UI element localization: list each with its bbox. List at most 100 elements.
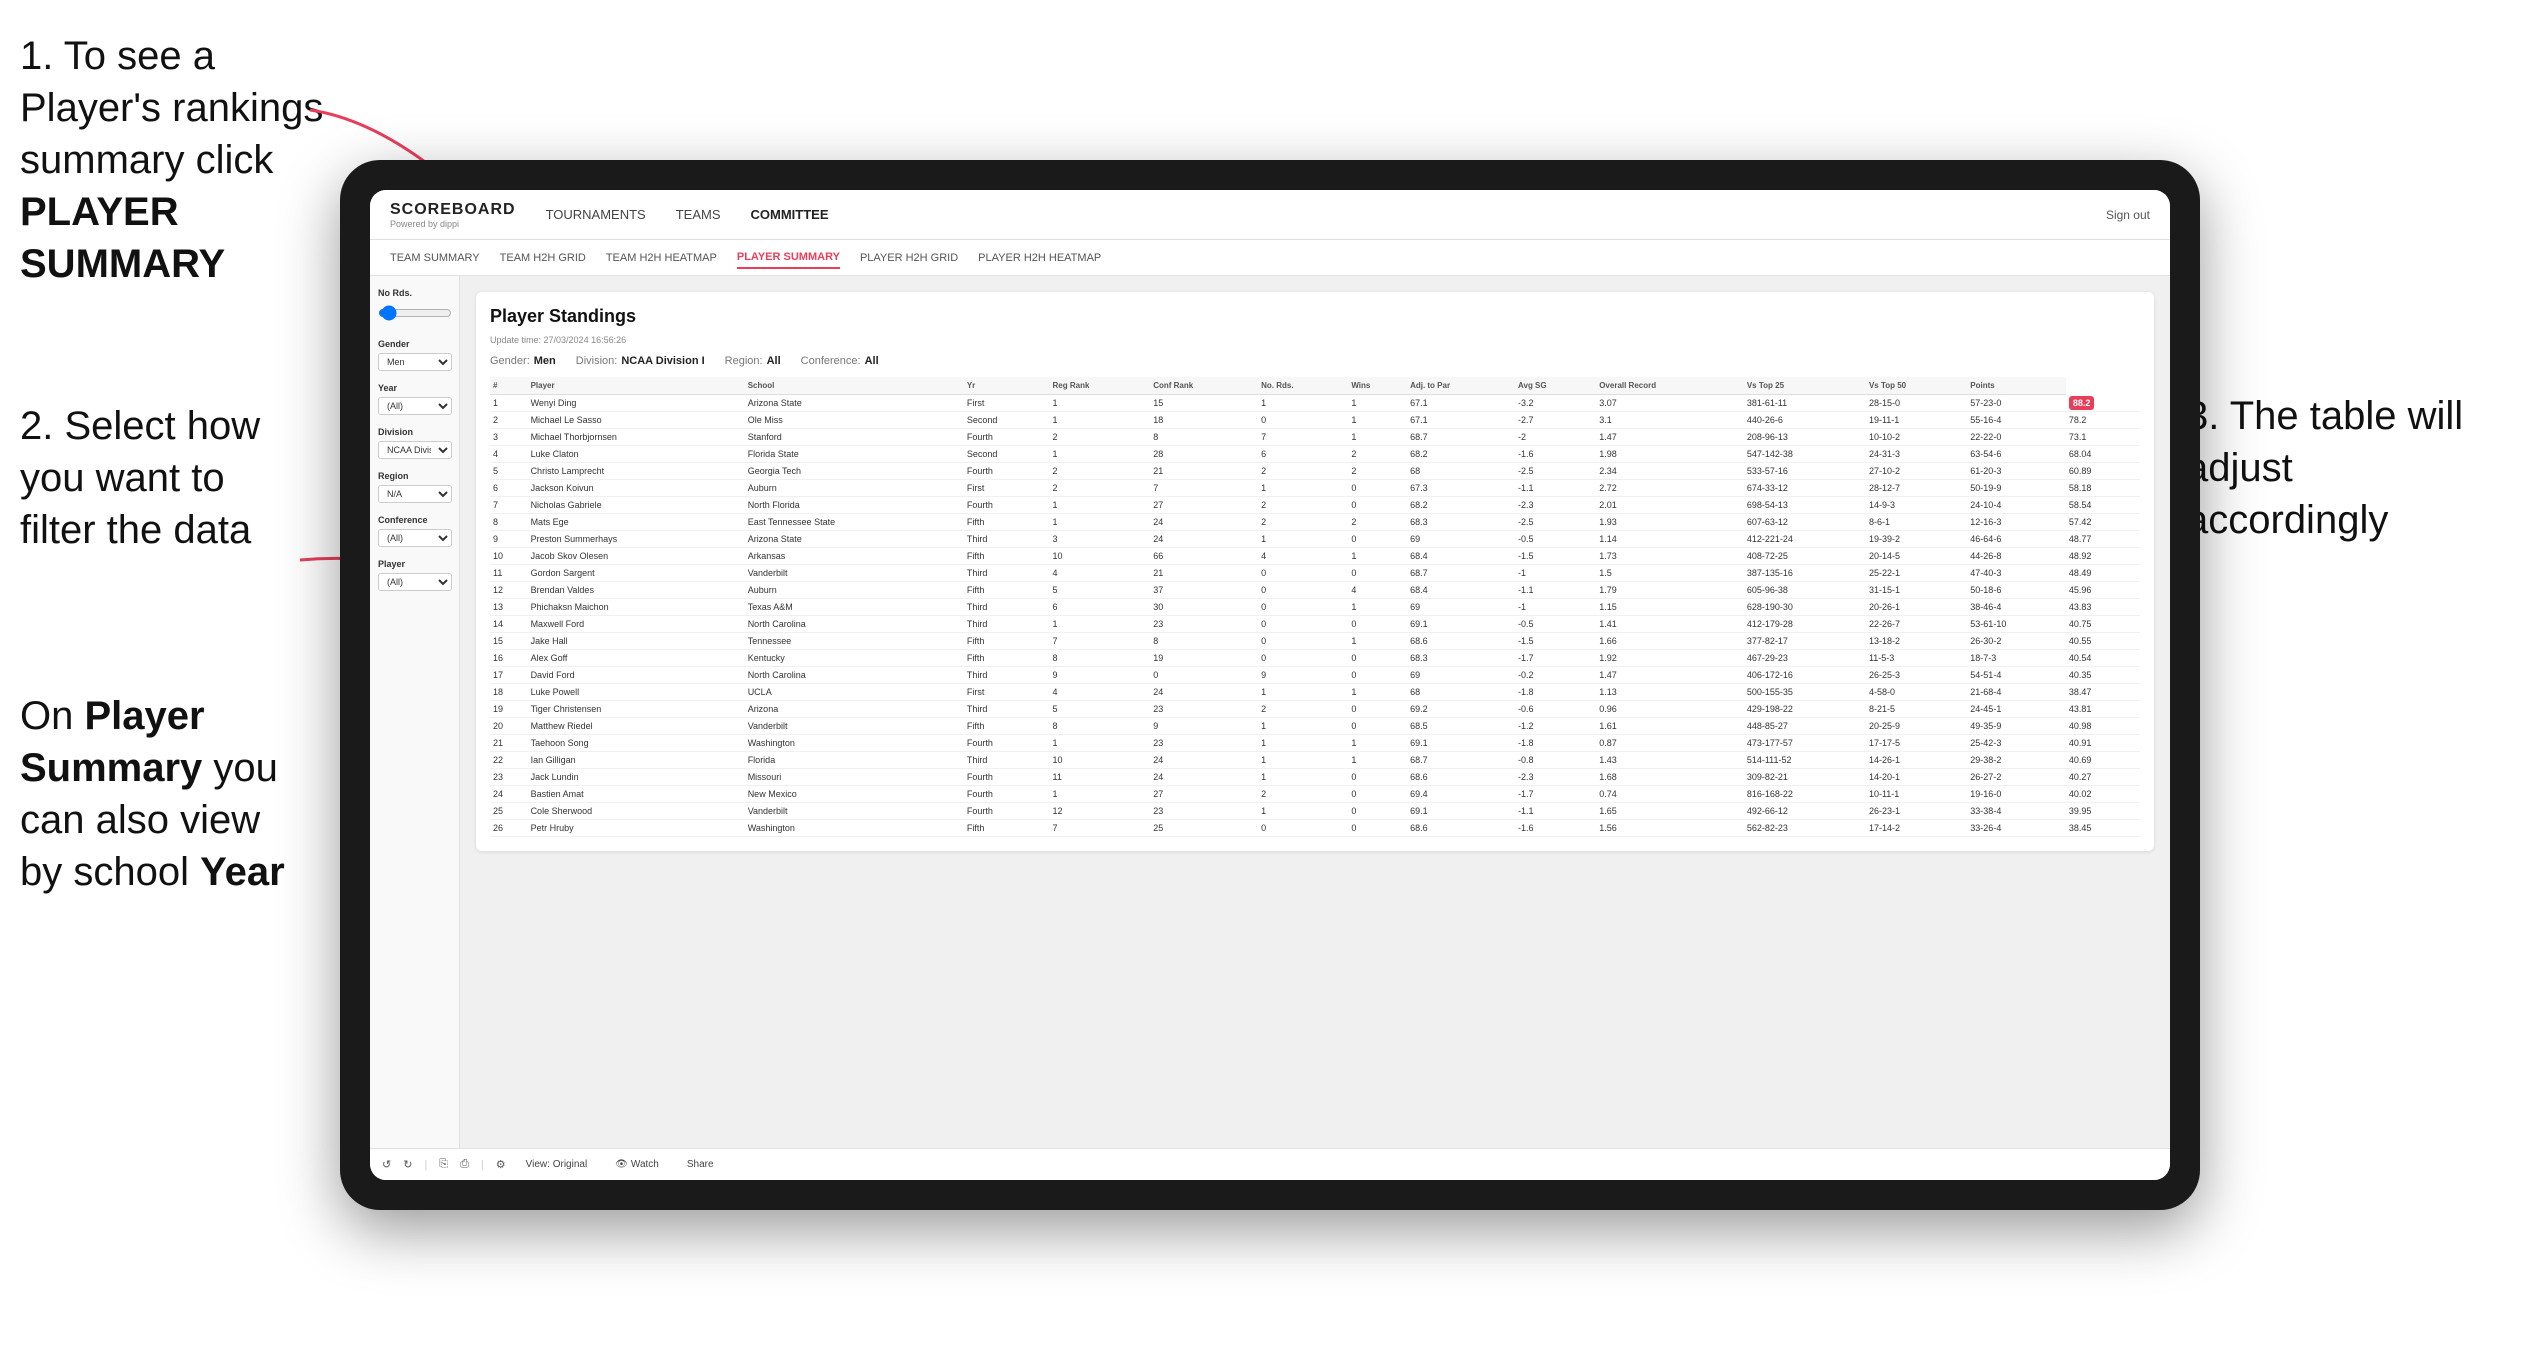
cell-vs25: 28-15-0 (1866, 395, 1967, 412)
subnav-player-summary[interactable]: PLAYER SUMMARY (737, 247, 840, 269)
cell-reg-rank: 7 (1050, 633, 1151, 650)
toolbar-share[interactable]: Share (679, 1156, 722, 1173)
table-row[interactable]: 12 Brendan Valdes Auburn Fifth 5 37 0 4 … (490, 582, 2140, 599)
cell-sg: 0.74 (1596, 786, 1744, 803)
filter-division-display: Division: NCAA Division I (576, 355, 705, 367)
nav-committee[interactable]: COMMITTEE (751, 203, 829, 226)
cell-vs50: 47-40-3 (1967, 565, 2066, 582)
cell-sg: 1.41 (1596, 616, 1744, 633)
region-select[interactable]: N/A (378, 485, 452, 503)
cell-avg-sg: -1.7 (1515, 786, 1596, 803)
cell-school: East Tennessee State (745, 514, 964, 531)
cell-yr: Third (964, 752, 1050, 769)
toolbar-copy[interactable]: ⎘ (439, 1158, 448, 1171)
conference-select[interactable]: (All) (378, 529, 452, 547)
cell-player: Wenyi Ding (528, 395, 745, 412)
cell-player: David Ford (528, 667, 745, 684)
cell-player: Nicholas Gabriele (528, 497, 745, 514)
toolbar-undo[interactable]: ↺ (382, 1158, 391, 1171)
table-row[interactable]: 5 Christo Lamprecht Georgia Tech Fourth … (490, 463, 2140, 480)
year-select[interactable]: (All) (378, 397, 452, 415)
player-select[interactable]: (All) (378, 573, 452, 591)
nav-teams[interactable]: TEAMS (676, 203, 721, 226)
toolbar-sep2: | (481, 1159, 484, 1171)
standings-card: Player Standings Update time: 27/03/2024… (476, 292, 2154, 851)
table-row[interactable]: 4 Luke Claton Florida State Second 1 28 … (490, 446, 2140, 463)
points-cell: 40.35 (2066, 667, 2140, 684)
cell-reg-rank: 1 (1050, 514, 1151, 531)
subnav-player-h2h-grid[interactable]: PLAYER H2H GRID (860, 248, 958, 268)
table-header: # Player School Yr Reg Rank Conf Rank No… (490, 377, 2140, 395)
cell-no-rds: 1 (1258, 803, 1348, 820)
table-row[interactable]: 21 Taehoon Song Washington Fourth 1 23 1… (490, 735, 2140, 752)
cell-avg-sg: -2.5 (1515, 463, 1596, 480)
cell-sg: 2.34 (1596, 463, 1744, 480)
cell-sg: 0.87 (1596, 735, 1744, 752)
cell-wins: 0 (1348, 667, 1407, 684)
table-row[interactable]: 24 Bastien Amat New Mexico Fourth 1 27 2… (490, 786, 2140, 803)
sign-out-btn[interactable]: Sign out (2106, 208, 2150, 222)
toolbar-redo[interactable]: ↻ (403, 1158, 412, 1171)
subnav-team-h2h-grid[interactable]: TEAM H2H GRID (500, 248, 586, 268)
subnav-player-h2h-heatmap[interactable]: PLAYER H2H HEATMAP (978, 248, 1101, 268)
cell-no-rds: 9 (1258, 667, 1348, 684)
table-row[interactable]: 7 Nicholas Gabriele North Florida Fourth… (490, 497, 2140, 514)
points-cell: 40.69 (2066, 752, 2140, 769)
division-select[interactable]: NCAA Division I (378, 441, 452, 459)
cell-player: Michael Le Sasso (528, 412, 745, 429)
cell-conf-rank: 25 (1150, 820, 1258, 837)
table-row[interactable]: 25 Cole Sherwood Vanderbilt Fourth 12 23… (490, 803, 2140, 820)
toolbar-paste[interactable]: ⎙ (460, 1158, 469, 1171)
cell-no-rds: 2 (1258, 497, 1348, 514)
table-row[interactable]: 11 Gordon Sargent Vanderbilt Third 4 21 … (490, 565, 2140, 582)
cell-adj: 68.4 (1407, 582, 1515, 599)
cell-wins: 1 (1348, 735, 1407, 752)
cell-adj: 69.2 (1407, 701, 1515, 718)
table-row[interactable]: 14 Maxwell Ford North Carolina Third 1 2… (490, 616, 2140, 633)
table-row[interactable]: 9 Preston Summerhays Arizona State Third… (490, 531, 2140, 548)
table-row[interactable]: 17 David Ford North Carolina Third 9 0 9… (490, 667, 2140, 684)
cell-vs25: 19-11-1 (1866, 412, 1967, 429)
subnav-team-h2h-heatmap[interactable]: TEAM H2H HEATMAP (606, 248, 717, 268)
table-row[interactable]: 26 Petr Hruby Washington Fifth 7 25 0 0 … (490, 820, 2140, 837)
table-row[interactable]: 19 Tiger Christensen Arizona Third 5 23 … (490, 701, 2140, 718)
cell-vs50: 54-51-4 (1967, 667, 2066, 684)
cell-avg-sg: -0.8 (1515, 752, 1596, 769)
gender-select[interactable]: Men Women (378, 353, 452, 371)
cell-avg-sg: -1.1 (1515, 480, 1596, 497)
table-row[interactable]: 15 Jake Hall Tennessee Fifth 7 8 0 1 68.… (490, 633, 2140, 650)
cell-school: North Florida (745, 497, 964, 514)
filter-player: Player (All) (378, 559, 451, 591)
cell-wins: 1 (1348, 395, 1407, 412)
table-row[interactable]: 13 Phichaksn Maichon Texas A&M Third 6 3… (490, 599, 2140, 616)
toolbar-view[interactable]: View: Original (518, 1156, 596, 1173)
cell-player: Ian Gilligan (528, 752, 745, 769)
table-row[interactable]: 3 Michael Thorbjornsen Stanford Fourth 2… (490, 429, 2140, 446)
no-rds-slider[interactable] (378, 302, 452, 324)
cell-adj: 68.3 (1407, 514, 1515, 531)
table-row[interactable]: 22 Ian Gilligan Florida Third 10 24 1 1 … (490, 752, 2140, 769)
nav-tournaments[interactable]: TOURNAMENTS (546, 203, 646, 226)
cell-yr: Third (964, 599, 1050, 616)
table-row[interactable]: 6 Jackson Koivun Auburn First 2 7 1 0 67… (490, 480, 2140, 497)
table-row[interactable]: 16 Alex Goff Kentucky Fifth 8 19 0 0 68.… (490, 650, 2140, 667)
table-row[interactable]: 10 Jacob Skov Olesen Arkansas Fifth 10 6… (490, 548, 2140, 565)
cell-yr: Fourth (964, 463, 1050, 480)
table-row[interactable]: 2 Michael Le Sasso Ole Miss Second 1 18 … (490, 412, 2140, 429)
logo-text: SCOREBOARD (390, 201, 516, 219)
cell-no-rds: 2 (1258, 463, 1348, 480)
table-row[interactable]: 20 Matthew Riedel Vanderbilt Fifth 8 9 1… (490, 718, 2140, 735)
cell-rank: 15 (490, 633, 528, 650)
cell-wins: 0 (1348, 480, 1407, 497)
table-row[interactable]: 1 Wenyi Ding Arizona State First 1 15 1 … (490, 395, 2140, 412)
cell-vs25: 19-39-2 (1866, 531, 1967, 548)
subnav-team-summary[interactable]: TEAM SUMMARY (390, 248, 480, 268)
toolbar-watch[interactable]: 👁 Watch (607, 1156, 667, 1173)
toolbar-settings[interactable]: ⚙ (496, 1158, 506, 1171)
table-row[interactable]: 23 Jack Lundin Missouri Fourth 11 24 1 0… (490, 769, 2140, 786)
table-row[interactable]: 8 Mats Ege East Tennessee State Fifth 1 … (490, 514, 2140, 531)
cell-sg: 3.1 (1596, 412, 1744, 429)
cell-record: 473-177-57 (1744, 735, 1866, 752)
table-row[interactable]: 18 Luke Powell UCLA First 4 24 1 1 68 -1… (490, 684, 2140, 701)
cell-wins: 1 (1348, 429, 1407, 446)
